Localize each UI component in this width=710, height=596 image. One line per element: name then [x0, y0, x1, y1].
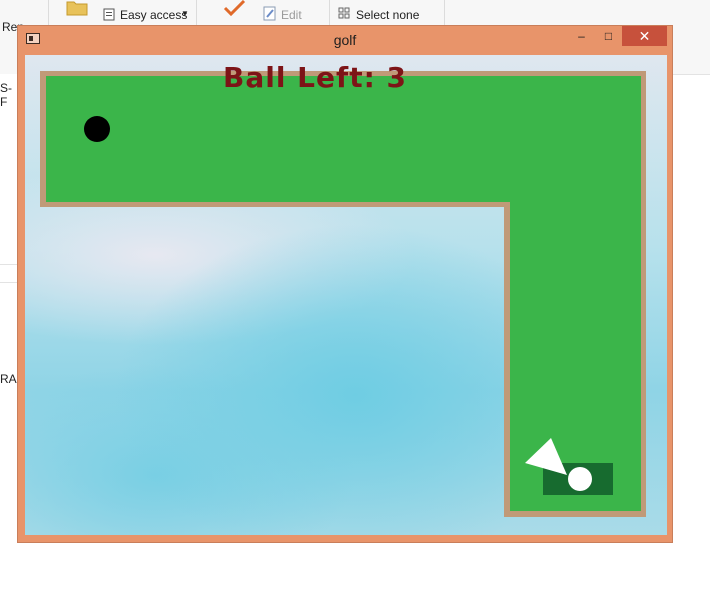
easy-access-icon[interactable]	[102, 7, 116, 21]
nav-item-fragment[interactable]: S-F	[0, 81, 18, 109]
pane-divider	[0, 264, 18, 265]
properties-check-icon[interactable]	[222, 0, 246, 18]
title-bar[interactable]: golf ‒ □ ✕	[18, 26, 672, 53]
golf-ball[interactable]	[568, 467, 592, 491]
easy-access-button[interactable]: Easy access	[120, 8, 187, 22]
select-none-button[interactable]: Select none	[356, 8, 419, 22]
pane-divider	[0, 282, 18, 283]
maximize-button[interactable]: □	[595, 26, 622, 46]
edit-button[interactable]: Edit	[281, 8, 302, 22]
folder-icon[interactable]	[66, 0, 88, 16]
game-window: golf ‒ □ ✕ Ball Left: 3	[17, 25, 673, 543]
minimize-button[interactable]: ‒	[568, 26, 595, 46]
game-canvas[interactable]: Ball Left: 3	[25, 55, 667, 535]
easy-access-dropdown-icon[interactable]: ▼	[181, 9, 189, 18]
close-button[interactable]: ✕	[622, 26, 667, 46]
golf-course	[40, 71, 646, 517]
edit-icon[interactable]	[263, 6, 277, 22]
balls-left-counter: Ball Left: 3	[223, 61, 408, 94]
background-navigation-pane: S-F RAM	[0, 74, 27, 544]
hole	[84, 116, 110, 142]
select-none-icon[interactable]	[338, 7, 351, 20]
